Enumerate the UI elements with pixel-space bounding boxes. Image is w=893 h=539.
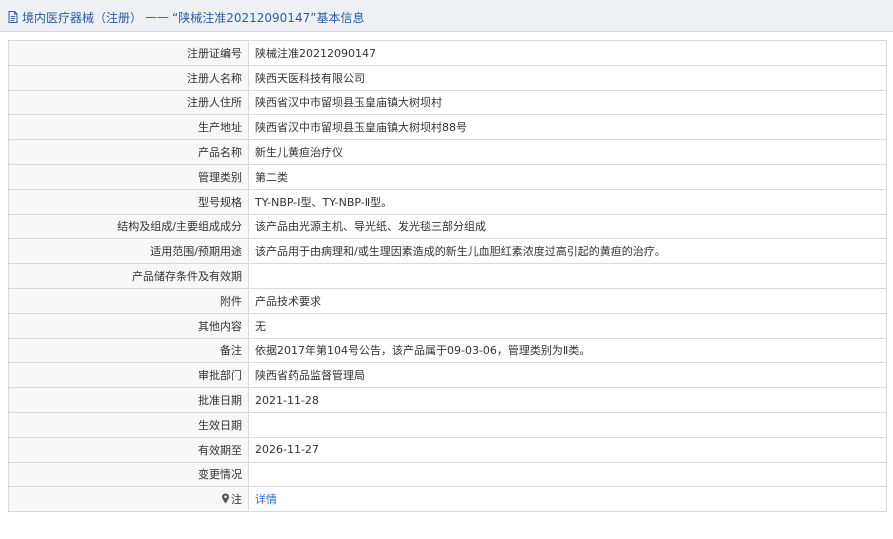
row-value: 产品技术要求	[248, 287, 887, 314]
table-row: 适用范围/预期用途 该产品用于由病理和/或生理因素造成的新生儿血胆红素浓度过高引起…	[8, 238, 887, 265]
row-value: 2026-11-27	[248, 436, 887, 463]
row-value: 新生儿黄疸治疗仪	[248, 139, 887, 165]
row-label: 生效日期	[8, 411, 249, 438]
table-row: 生产地址 陕西省汉中市留坝县玉皇庙镇大树坝村88号	[8, 114, 887, 141]
row-value: TY-NBP-Ⅰ型、TY-NBP-Ⅱ型。	[248, 188, 887, 215]
row-value: 陕西天医科技有限公司	[248, 64, 887, 91]
row-label: 审批部门	[8, 362, 249, 389]
table-row: 有效期至 2026-11-27	[8, 436, 887, 463]
row-value	[248, 411, 887, 438]
header-category: 境内医疗器械（注册）	[22, 10, 143, 25]
row-label: 适用范围/预期用途	[8, 238, 249, 265]
table-row: 审批部门 陕西省药品监督管理局	[8, 362, 887, 389]
row-label: 有效期至	[8, 436, 249, 463]
row-label: 管理类别	[8, 163, 249, 190]
table-row: 其他内容无	[8, 312, 887, 339]
table-row: 管理类别 第二类	[8, 163, 887, 190]
document-icon	[6, 10, 20, 24]
table-row: 结构及组成/主要组成成分 该产品由光源主机、导光纸、发光毯三部分组成	[8, 213, 887, 240]
details-link[interactable]: 详情	[255, 493, 277, 506]
row-label: 结构及组成/主要组成成分	[8, 213, 249, 240]
row-label: 变更情况	[8, 461, 249, 488]
row-value: 陕西省汉中市留坝县玉皇庙镇大树坝村	[248, 89, 887, 116]
note-label-cell: 注	[8, 486, 249, 513]
row-value	[248, 263, 887, 289]
row-label: 注册人住所	[8, 89, 249, 116]
table-row: 注册证编号 陕械注准20212090147	[8, 40, 887, 66]
row-label: 批准日期	[8, 387, 249, 413]
pin-icon	[221, 493, 230, 504]
row-label: 注册证编号	[8, 40, 249, 66]
row-value	[248, 461, 887, 488]
row-label: 型号规格	[8, 188, 249, 215]
row-value: 第二类	[248, 163, 887, 190]
row-value: 该产品用于由病理和/或生理因素造成的新生儿血胆红素浓度过高引起的黄疸的治疗。	[248, 238, 887, 265]
info-table: 注册证编号 陕械注准20212090147 注册人名称 陕西天医科技有限公司 注册人住所…	[8, 40, 887, 513]
row-label: 生产地址	[8, 114, 249, 141]
table-row: 型号规格 TY-NBP-Ⅰ型、TY-NBP-Ⅱ型。	[8, 188, 887, 215]
row-value: 2021-11-28	[248, 387, 887, 413]
table-row: 产品名称 新生儿黄疸治疗仪	[8, 139, 887, 165]
header-separator: ——	[145, 10, 170, 24]
row-value: 依据2017年第104号公告，该产品属于09-03-06，管理类别为Ⅱ类。	[248, 337, 887, 364]
note-label: 注	[231, 493, 242, 507]
table-row: 注册人住所 陕西省汉中市留坝县玉皇庙镇大树坝村	[8, 89, 887, 116]
note-row: 注详情	[8, 486, 887, 513]
row-label: 产品储存条件及有效期	[8, 263, 249, 289]
table-row: 变更情况	[8, 461, 887, 488]
row-label: 备注	[8, 337, 249, 364]
row-value: 该产品由光源主机、导光纸、发光毯三部分组成	[248, 213, 887, 240]
row-value: 陕械注准20212090147	[248, 40, 887, 66]
row-label: 附件	[8, 287, 249, 314]
row-label: 其他内容	[8, 312, 249, 339]
table-row: 生效日期	[8, 411, 887, 438]
row-label: 注册人名称	[8, 64, 249, 91]
info-table-container: 注册证编号 陕械注准20212090147 注册人名称 陕西天医科技有限公司 注册人住所…	[8, 40, 887, 513]
table-row: 注册人名称 陕西天医科技有限公司	[8, 64, 887, 91]
row-value: 陕西省汉中市留坝县玉皇庙镇大树坝村88号	[248, 114, 887, 141]
note-value-cell: 详情	[248, 486, 887, 513]
table-row: 备注 依据2017年第104号公告，该产品属于09-03-06，管理类别为Ⅱ类。	[8, 337, 887, 364]
header-title: 境内医疗器械（注册） —— “陕械注准20212090147” 基本信息	[6, 9, 364, 25]
page-header: 境内医疗器械（注册） —— “陕械注准20212090147” 基本信息	[0, 0, 893, 32]
row-value: 无	[248, 312, 887, 339]
row-value: 陕西省药品监督管理局	[248, 362, 887, 389]
row-label: 产品名称	[8, 139, 249, 165]
header-registration-title: “陕械注准20212090147”	[172, 10, 317, 25]
table-row: 产品储存条件及有效期	[8, 263, 887, 289]
table-row: 批准日期 2021-11-28	[8, 387, 887, 413]
header-suffix: 基本信息	[316, 10, 365, 25]
table-row: 附件 产品技术要求	[8, 287, 887, 314]
